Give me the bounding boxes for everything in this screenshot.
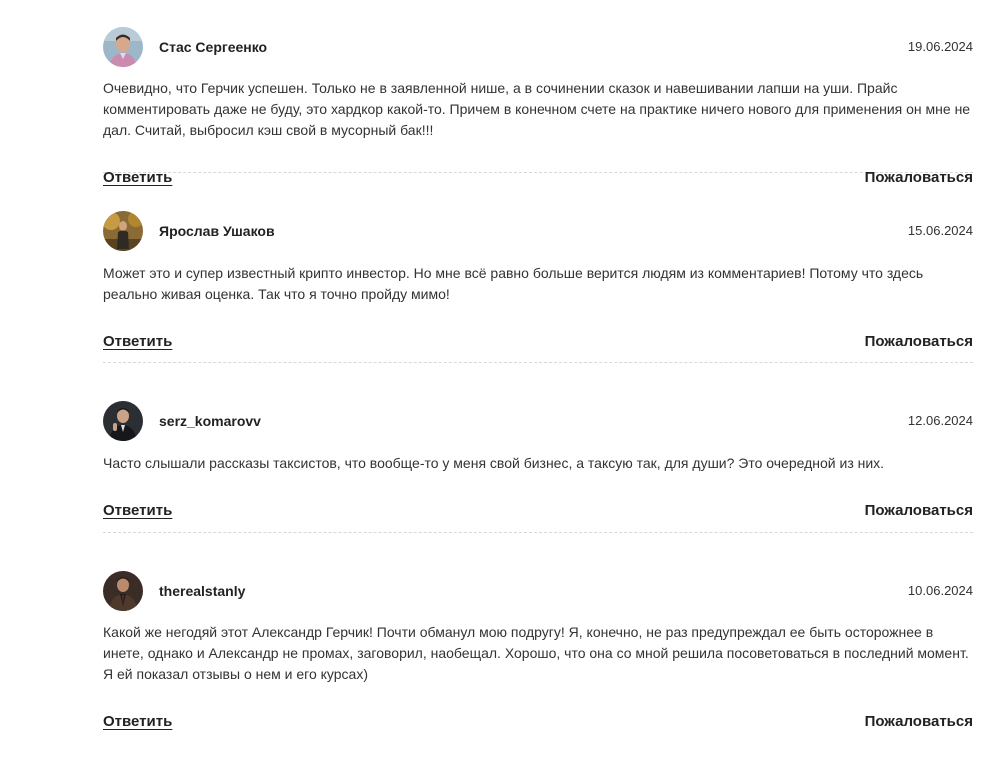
comment-header: therealstanly 10.06.2024	[103, 571, 973, 611]
user-avatar-icon	[103, 27, 143, 67]
user-avatar-icon	[103, 571, 143, 611]
avatar[interactable]	[103, 401, 143, 441]
comment-item: therealstanly 10.06.2024 Какой же негодя…	[103, 533, 973, 733]
comment-actions: Ответить Пожаловаться	[103, 713, 973, 733]
comment-author[interactable]: Стас Сергеенко	[159, 39, 267, 55]
comment-item: Стас Сергеенко 19.06.2024 Очевидно, что …	[103, 0, 973, 186]
comment-actions: Ответить Пожаловаться	[103, 333, 973, 353]
comment-text: Очевидно, что Герчик успешен. Только не …	[103, 80, 971, 138]
avatar[interactable]	[103, 27, 143, 67]
comment-text: Может это и супер известный крипто инвес…	[103, 265, 924, 302]
comment-date: 15.06.2024	[907, 223, 973, 238]
comment-item: serz_komarovv 12.06.2024 Часто слышали р…	[103, 363, 973, 533]
avatar[interactable]	[103, 571, 143, 611]
comment-date: 10.06.2024	[907, 583, 973, 598]
comment-text: Часто слышали рассказы таксистов, что во…	[103, 455, 885, 471]
avatar[interactable]	[103, 211, 143, 251]
comment-header: Стас Сергеенко 19.06.2024	[103, 27, 973, 67]
comment-actions: Ответить Пожаловаться	[103, 502, 973, 522]
user-avatar-icon	[103, 401, 143, 441]
comment-header: serz_komarovv 12.06.2024	[103, 401, 973, 441]
report-link[interactable]: Пожаловаться	[865, 713, 973, 731]
comment-date: 12.06.2024	[907, 413, 973, 428]
comment-author[interactable]: Ярослав Ушаков	[159, 223, 275, 239]
reply-link[interactable]: Ответить	[103, 502, 172, 520]
comment-header: Ярослав Ушаков 15.06.2024	[103, 211, 973, 251]
report-link[interactable]: Пожаловаться	[865, 502, 973, 520]
comment-text: Какой же негодяй этот Александр Герчик! …	[103, 624, 969, 682]
reply-link[interactable]: Ответить	[103, 333, 172, 351]
reply-link[interactable]: Ответить	[103, 713, 172, 731]
comment-author[interactable]: serz_komarovv	[159, 413, 261, 429]
comment-item: Ярослав Ушаков 15.06.2024 Может это и су…	[103, 173, 973, 363]
comment-date: 19.06.2024	[907, 39, 973, 54]
comment-author[interactable]: therealstanly	[159, 583, 245, 599]
report-link[interactable]: Пожаловаться	[865, 333, 973, 351]
comments-list: Стас Сергеенко 19.06.2024 Очевидно, что …	[103, 0, 973, 733]
user-avatar-icon	[103, 211, 143, 251]
